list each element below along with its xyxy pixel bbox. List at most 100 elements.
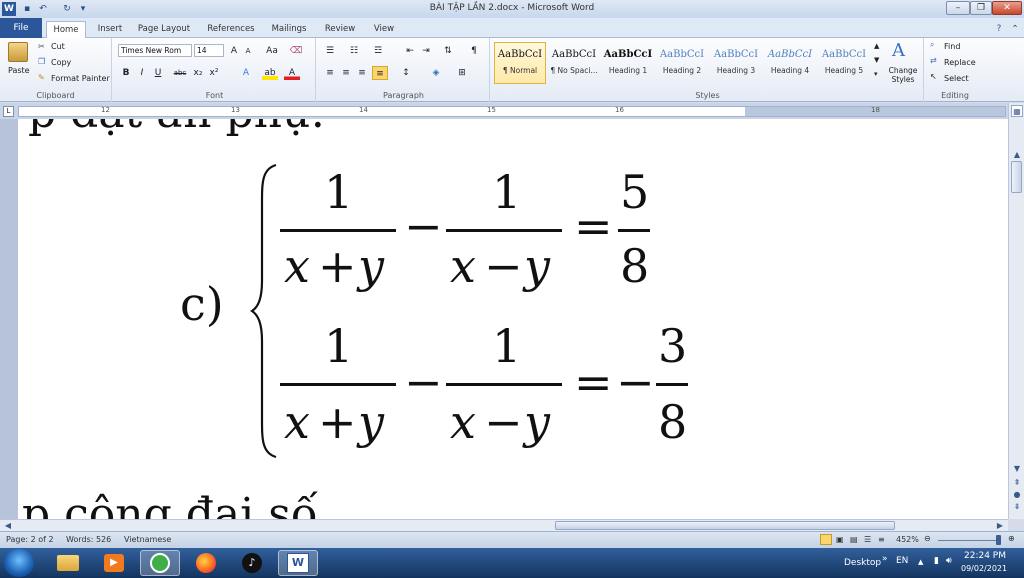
- find-icon[interactable]: ⌕: [930, 40, 934, 50]
- tray-expand-icon[interactable]: ▲: [918, 558, 923, 566]
- font-color-icon[interactable]: A: [284, 66, 300, 80]
- maximize-button[interactable]: ❐: [970, 1, 992, 15]
- media-player-icon[interactable]: ▶: [94, 550, 134, 576]
- clear-format-icon[interactable]: ⌫: [288, 44, 304, 58]
- style-no-spacing[interactable]: AaBbCcI ¶ No Spaci...: [548, 42, 600, 84]
- clock-time[interactable]: 22:24 PM: [964, 551, 1006, 561]
- shrink-font-icon[interactable]: A: [240, 44, 256, 58]
- paste-button[interactable]: Paste: [8, 66, 30, 75]
- tab-insert[interactable]: Insert: [90, 21, 130, 38]
- find-button[interactable]: Find: [944, 42, 960, 51]
- tab-review[interactable]: Review: [320, 21, 360, 38]
- firefox-icon[interactable]: [186, 550, 226, 576]
- scroll-down-icon[interactable]: ▼: [1011, 463, 1023, 475]
- style-heading-2[interactable]: AaBbCcI Heading 2: [656, 42, 708, 84]
- zoom-level[interactable]: 452%: [896, 535, 919, 544]
- document-area[interactable]: p đặt ẩn phụ: c) 1 x + y − 1 x − y = 5 8…: [0, 119, 1008, 519]
- vertical-scrollbar[interactable]: ▦ ▲ ▼ ⇞ ● ⇟: [1008, 103, 1024, 519]
- scroll-up-icon[interactable]: ▲: [1011, 149, 1023, 161]
- horizontal-ruler[interactable]: 12 13 14 15 16 18: [18, 106, 1006, 117]
- numbering-icon[interactable]: ☷: [346, 44, 362, 58]
- ribbon-minimize-icon[interactable]: ⌃: [1008, 21, 1022, 38]
- ruler-toggle-icon[interactable]: ▦: [1011, 105, 1023, 117]
- next-page-icon[interactable]: ⇟: [1011, 501, 1023, 513]
- multilevel-list-icon[interactable]: ☲: [370, 44, 386, 58]
- style-heading-3[interactable]: AaBbCcI Heading 3: [710, 42, 762, 84]
- borders-icon[interactable]: ⊞: [454, 66, 470, 80]
- tab-file[interactable]: File: [0, 18, 42, 38]
- horizontal-scrollbar[interactable]: ◀ ▶: [0, 519, 1008, 531]
- cut-button[interactable]: Cut: [51, 42, 65, 51]
- close-button[interactable]: ✕: [992, 1, 1022, 15]
- styles-scroll-up-icon[interactable]: ▲: [874, 42, 879, 50]
- align-center-icon[interactable]: ≡: [338, 66, 354, 80]
- bullets-icon[interactable]: ☰: [322, 44, 338, 58]
- italic-icon[interactable]: I: [134, 66, 150, 80]
- zoom-slider-track[interactable]: [938, 540, 1000, 541]
- outline-icon[interactable]: ☰: [864, 535, 871, 544]
- bold-icon[interactable]: B: [118, 66, 134, 80]
- desktop-toolbar[interactable]: Desktop: [844, 558, 881, 568]
- tab-home[interactable]: Home: [46, 21, 86, 38]
- justify-icon[interactable]: ≡: [372, 66, 388, 80]
- word-taskbar-icon[interactable]: W: [278, 550, 318, 576]
- toolbar-expand-icon[interactable]: »: [882, 554, 888, 564]
- select-button[interactable]: Select: [944, 74, 969, 83]
- decrease-indent-icon[interactable]: ⇤: [402, 44, 418, 58]
- tiktok-icon[interactable]: ♪: [232, 550, 272, 576]
- print-layout-icon[interactable]: [820, 534, 832, 545]
- file-explorer-icon[interactable]: [48, 550, 88, 576]
- zoom-in-icon[interactable]: ⊕: [1008, 534, 1015, 543]
- tab-references[interactable]: References: [202, 21, 260, 38]
- align-left-icon[interactable]: ≡: [322, 66, 338, 80]
- line-spacing-icon[interactable]: ↕: [398, 66, 414, 80]
- draft-icon[interactable]: ≡: [878, 535, 885, 544]
- previous-page-icon[interactable]: ⇞: [1011, 477, 1023, 489]
- clock-date[interactable]: 09/02/2021: [961, 564, 1007, 573]
- change-styles-button[interactable]: Change Styles: [886, 66, 920, 84]
- vertical-scroll-thumb[interactable]: [1011, 161, 1022, 193]
- styles-more-icon[interactable]: ▾: [874, 70, 878, 78]
- style-heading-4[interactable]: AaBbCcI Heading 4: [764, 42, 816, 84]
- browse-object-icon[interactable]: ●: [1011, 489, 1023, 501]
- cut-icon[interactable]: ✂: [38, 42, 45, 51]
- language-indicator[interactable]: Vietnamese: [124, 535, 171, 544]
- align-right-icon[interactable]: ≡: [354, 66, 370, 80]
- help-icon[interactable]: ?: [992, 21, 1006, 38]
- style-heading-5[interactable]: AaBbCcI Heading 5: [818, 42, 870, 84]
- copy-icon[interactable]: ❐: [38, 57, 45, 66]
- input-language[interactable]: EN: [896, 556, 908, 566]
- subscript-icon[interactable]: x₂: [190, 66, 206, 80]
- underline-icon[interactable]: U: [150, 66, 166, 80]
- highlight-icon[interactable]: ab: [262, 66, 278, 80]
- zoom-out-icon[interactable]: ⊖: [924, 534, 931, 543]
- web-layout-icon[interactable]: ▤: [850, 535, 858, 544]
- word-count[interactable]: Words: 526: [66, 535, 111, 544]
- replace-icon[interactable]: ⇄: [930, 56, 937, 65]
- format-painter-icon[interactable]: ✎: [38, 73, 45, 82]
- increase-indent-icon[interactable]: ⇥: [418, 44, 434, 58]
- select-icon[interactable]: ↖: [930, 72, 937, 81]
- replace-button[interactable]: Replace: [944, 58, 976, 67]
- zoom-slider-knob[interactable]: [996, 535, 1001, 545]
- format-painter-button[interactable]: Format Painter: [51, 74, 110, 83]
- shading-icon[interactable]: ◈: [428, 66, 444, 80]
- page-count[interactable]: Page: 2 of 2: [6, 535, 54, 544]
- tab-selector-icon[interactable]: L: [3, 106, 14, 117]
- text-effects-icon[interactable]: A: [238, 66, 254, 80]
- change-styles-icon[interactable]: A: [892, 40, 905, 61]
- font-size-combo[interactable]: 14: [194, 44, 224, 57]
- tab-mailings[interactable]: Mailings: [268, 21, 310, 38]
- horizontal-scroll-thumb[interactable]: [555, 521, 895, 530]
- paste-icon[interactable]: [8, 42, 28, 62]
- superscript-icon[interactable]: x²: [206, 66, 222, 80]
- sort-icon[interactable]: ⇅: [440, 44, 456, 58]
- strikethrough-icon[interactable]: abc: [172, 66, 188, 80]
- network-icon[interactable]: ▮: [934, 556, 939, 566]
- style-normal[interactable]: AaBbCcI ¶ Normal: [494, 42, 546, 84]
- copy-button[interactable]: Copy: [51, 58, 71, 67]
- minimize-button[interactable]: –: [946, 1, 970, 15]
- style-heading-1[interactable]: AaBbCcI Heading 1: [602, 42, 654, 84]
- change-case-icon[interactable]: Aa: [264, 44, 280, 58]
- tab-view[interactable]: View: [368, 21, 400, 38]
